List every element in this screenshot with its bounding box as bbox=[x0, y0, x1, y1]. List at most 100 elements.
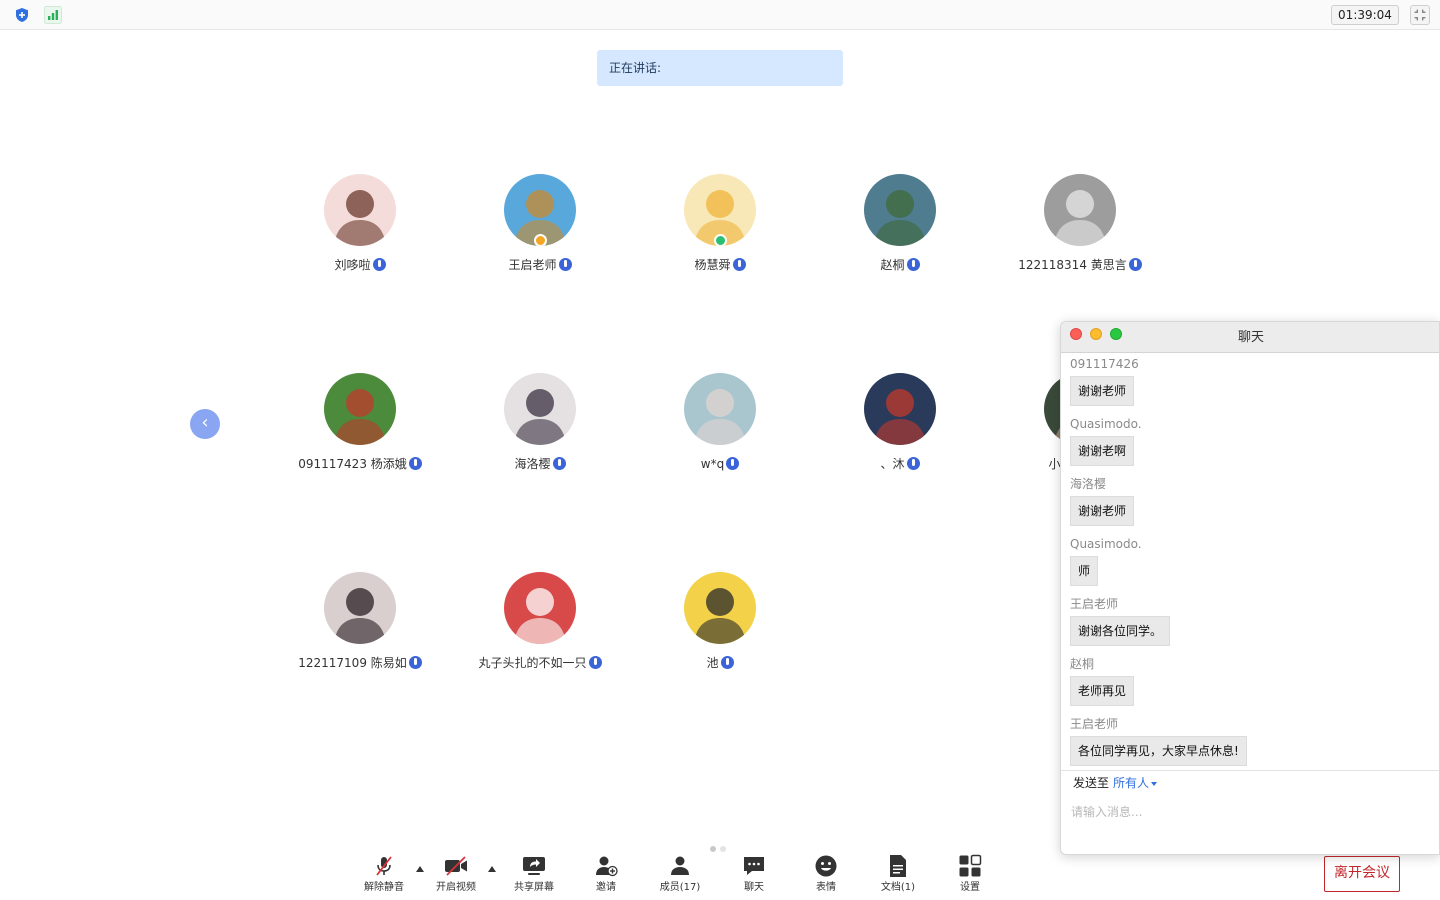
mic-status-icon bbox=[906, 258, 920, 271]
avatar-figure-icon bbox=[874, 389, 926, 445]
invite-button[interactable]: 邀请 bbox=[584, 854, 628, 896]
members-label: 成员(17) bbox=[659, 882, 701, 893]
page-dot[interactable] bbox=[720, 846, 726, 852]
docs-button[interactable]: 文档(1) bbox=[876, 854, 920, 896]
avatar-figure-icon bbox=[1054, 190, 1106, 246]
participant-name: w*q bbox=[700, 457, 725, 471]
participant-name: 刘哆啦 bbox=[334, 258, 371, 272]
participant-name-row: 丸子头扎的不如一只 bbox=[450, 654, 630, 672]
avatar[interactable] bbox=[864, 174, 936, 246]
chat-button[interactable]: 聊天 bbox=[732, 854, 776, 896]
meeting-window: 01:39:04 正在讲话: 刘哆啦 王启老师 杨慧舜 赵桐 122118314 黄思言… bbox=[0, 0, 1440, 900]
signal-icon[interactable] bbox=[44, 6, 62, 24]
avatar[interactable] bbox=[684, 373, 756, 445]
participant-tile[interactable]: 091117423 杨添娥 bbox=[270, 373, 450, 483]
shield-icon[interactable] bbox=[14, 7, 30, 23]
chat-message-sender: Quasimodo. bbox=[1070, 417, 1142, 431]
avatar[interactable] bbox=[324, 373, 396, 445]
avatar[interactable] bbox=[504, 572, 576, 644]
add-user-icon bbox=[596, 856, 618, 877]
reactions-button[interactable]: 表情 bbox=[804, 854, 848, 896]
avatar-figure-icon bbox=[514, 389, 566, 445]
unmute-button[interactable]: 解除静音 bbox=[360, 854, 408, 896]
active-speaker-banner: 正在讲话: bbox=[597, 50, 843, 86]
members-button[interactable]: 成员(17) bbox=[654, 854, 706, 896]
participant-tile[interactable]: 122117109 陈易如 bbox=[270, 572, 450, 682]
participant-tile[interactable]: 王启老师 bbox=[450, 174, 630, 284]
avatar[interactable] bbox=[324, 572, 396, 644]
chat-message-list[interactable]: 091117426 谢谢老师 Quasimodo. 谢谢老啊 海洛樱 谢谢老师 Quasim… bbox=[1061, 353, 1439, 769]
avatar[interactable] bbox=[504, 373, 576, 445]
participant-name-row: 杨慧舜 bbox=[630, 256, 810, 274]
video-options-caret[interactable] bbox=[488, 866, 496, 872]
previous-page-button[interactable]: ‹ bbox=[190, 409, 220, 439]
participant-tile[interactable]: 海洛樱 bbox=[450, 373, 630, 483]
chat-message-sender: 王启老师 bbox=[1070, 717, 1119, 731]
host-badge-icon bbox=[714, 234, 727, 246]
participant-tile[interactable]: 刘哆啦 bbox=[270, 174, 450, 284]
chat-label: 聊天 bbox=[744, 882, 764, 893]
mic-status-icon bbox=[726, 457, 740, 470]
exit-fullscreen-icon[interactable] bbox=[1410, 5, 1430, 25]
participant-tile[interactable]: 、沐 bbox=[810, 373, 990, 483]
avatar[interactable] bbox=[864, 373, 936, 445]
participant-tile[interactable]: 丸子头扎的不如一只 bbox=[450, 572, 630, 682]
avatar-figure-icon bbox=[694, 588, 746, 644]
members-icon bbox=[671, 856, 689, 875]
avatar[interactable] bbox=[324, 174, 396, 246]
chat-message-bubble[interactable]: 谢谢老啊 bbox=[1070, 436, 1135, 466]
chat-message-bubble[interactable]: 老师再见 bbox=[1070, 676, 1135, 706]
avatar-figure-icon bbox=[334, 389, 386, 445]
chat-message-bubble[interactable]: 谢谢老师 bbox=[1070, 376, 1135, 406]
docs-label: 文档(1) bbox=[880, 882, 916, 893]
chat-title: 聊天 bbox=[1237, 330, 1264, 345]
avatar[interactable] bbox=[1044, 174, 1116, 246]
participant-tile[interactable]: 杨慧舜 bbox=[630, 174, 810, 284]
participant-name: 091117423 杨添娥 bbox=[298, 457, 407, 471]
chat-message-sender: Quasimodo. bbox=[1070, 537, 1142, 551]
share-screen-button[interactable]: 共享屏幕 bbox=[508, 854, 560, 896]
page-dot-active[interactable] bbox=[710, 846, 716, 852]
participant-tile[interactable]: w*q bbox=[630, 373, 810, 483]
mic-status-icon bbox=[408, 656, 422, 669]
chat-message-bubble[interactable]: 各位同学再见，大家早点休息! bbox=[1070, 736, 1247, 766]
mic-muted-icon bbox=[376, 856, 392, 876]
mic-status-icon bbox=[552, 457, 566, 470]
smiley-icon bbox=[815, 855, 837, 877]
start-video-label: 开启视频 bbox=[436, 882, 476, 893]
camera-off-icon bbox=[445, 856, 467, 876]
host-badge-icon bbox=[534, 234, 547, 246]
share-screen-icon bbox=[523, 857, 545, 875]
participant-name-row: 赵桐 bbox=[810, 256, 990, 274]
leave-meeting-button[interactable]: 离开会议 bbox=[1324, 856, 1400, 892]
unmute-label: 解除静音 bbox=[364, 882, 404, 893]
participant-name: 王启老师 bbox=[508, 258, 557, 272]
participant-name-row: 122117109 陈易如 bbox=[270, 654, 450, 672]
chat-message-bubble[interactable]: 谢谢老师 bbox=[1070, 496, 1135, 526]
audio-options-caret[interactable] bbox=[416, 866, 424, 872]
send-to-target[interactable]: 所有人 bbox=[1113, 776, 1149, 790]
avatar-figure-icon bbox=[334, 190, 386, 246]
reactions-label: 表情 bbox=[816, 882, 836, 893]
settings-button[interactable]: 设置 bbox=[948, 854, 992, 896]
top-bar: 01:39:04 bbox=[0, 0, 1440, 30]
participant-name: 海洛樱 bbox=[514, 457, 551, 471]
chat-icon bbox=[744, 857, 764, 875]
chevron-down-icon[interactable] bbox=[1151, 782, 1158, 786]
avatar[interactable] bbox=[504, 174, 576, 246]
share-screen-label: 共享屏幕 bbox=[514, 882, 554, 893]
send-to-selector[interactable]: 发送至 所有人 bbox=[1073, 775, 1158, 791]
avatar[interactable] bbox=[684, 174, 756, 246]
mic-status-icon bbox=[1128, 258, 1142, 271]
participant-tile[interactable]: 122118314 黄思言 bbox=[990, 174, 1170, 284]
chat-titlebar[interactable]: 聊天 bbox=[1061, 322, 1439, 353]
chat-message-input[interactable] bbox=[1067, 799, 1427, 849]
participant-name: 池 bbox=[706, 656, 719, 670]
participant-tile[interactable]: 池 bbox=[630, 572, 810, 682]
avatar[interactable] bbox=[684, 572, 756, 644]
chat-message-bubble[interactable]: 师 bbox=[1070, 556, 1099, 586]
participant-tile[interactable]: 赵桐 bbox=[810, 174, 990, 284]
mic-status-icon bbox=[732, 258, 746, 271]
chat-message-bubble[interactable]: 谢谢各位同学。 bbox=[1070, 616, 1171, 646]
start-video-button[interactable]: 开启视频 bbox=[432, 854, 480, 896]
